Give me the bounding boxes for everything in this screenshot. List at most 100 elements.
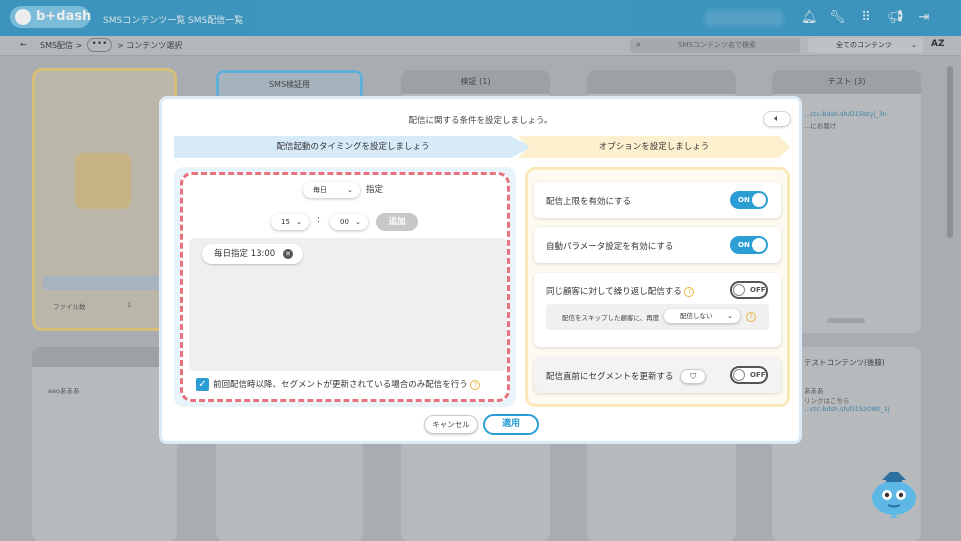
segment-only-checkbox[interactable]: ✓ [196, 378, 209, 391]
content-search-input[interactable]: ⌕ SMSコンテンツ名で検索 [630, 38, 800, 53]
card-link[interactable]: ...ctc-bdsh.sh/D15btyj_3n [804, 110, 887, 118]
card-text: aaoあああ [48, 387, 80, 395]
content-filter-select[interactable]: 全てのコンテンツ ⌄ [808, 38, 923, 53]
page-scrollbar[interactable] [945, 56, 955, 536]
folder-icon [75, 153, 131, 209]
nav-sms-contents[interactable]: SMSコンテンツ一覧 [103, 13, 185, 26]
toggle-state: OFF [750, 371, 766, 379]
repeat-delivery-text: 同じ顧客に対して繰り返し配信する [546, 287, 682, 297]
card-text: あああ [804, 387, 824, 395]
toggle-state: OFF [750, 286, 766, 294]
account-name-blurred [705, 10, 783, 26]
options-panel: 配信上限を有効にする ON 自動パラメータ設定を有効にする ON 同じ顧客に対し… [525, 167, 790, 407]
chevron-down-icon: ⌄ [355, 218, 361, 226]
card-header: テスト (3) [772, 70, 921, 94]
minute-value: 00 [340, 218, 349, 226]
toggle-knob [733, 369, 745, 381]
cancel-button[interactable]: キャンセル [424, 415, 478, 434]
chevron-down-icon: ⌄ [296, 218, 302, 226]
sort-az-button[interactable]: AZ [931, 39, 945, 49]
modal-title: 配信に関する条件を設定しましょう。 [408, 116, 553, 126]
megaphone-icon[interactable]: 📢︎ [887, 10, 904, 26]
logout-icon[interactable]: ⇥ [916, 10, 932, 26]
card-header: 検証 (1) [401, 70, 550, 94]
delivery-conditions-modal: 配信に関する条件を設定しましょう。 🔈︎ 配信起動のタイミングを設定しましょう … [159, 96, 802, 444]
card-header [587, 70, 736, 94]
help-icon[interactable]: ? [684, 286, 695, 297]
timing-panel: 毎日 ⌄ 指定 15 ⌄ : 00 ⌄ 追加 毎日指定 13:00 ✕ ✓ 前回… [174, 167, 516, 407]
option-auto-parameter: 自動パラメータ設定を有効にする ON [534, 227, 781, 263]
repeat-delivery-label: 同じ顧客に対して繰り返し配信する ? [546, 285, 695, 297]
breadcrumb-sms-delivery[interactable]: SMS配信 > [40, 40, 82, 51]
hour-value: 15 [281, 218, 290, 226]
option-segment-update: 配信直前にセグメントを更新する ⛉ OFF [534, 357, 781, 393]
segment-info-button[interactable]: ⛉ [680, 369, 707, 384]
toggle-knob [752, 193, 766, 207]
help-icon[interactable]: ? [470, 379, 481, 390]
delivery-limit-label: 配信上限を有効にする [546, 197, 632, 207]
skip-redelivery-value: 配信しない [680, 312, 713, 320]
card-header [32, 347, 177, 367]
back-arrow-icon[interactable]: ← [20, 40, 27, 49]
speaker-help-button[interactable]: 🔈︎ [763, 111, 791, 127]
option-repeat-delivery: 同じ顧客に対して繰り返し配信する ? OFF 配信をスキップした顧客に、再度 配… [534, 273, 781, 347]
folder-file-count-value: 1 [127, 301, 132, 309]
breadcrumb-content-select: > コンテンツ選択 [117, 41, 183, 50]
toggle-state: ON [738, 196, 750, 204]
card-header: SMS検証用 [219, 73, 360, 97]
app-logo[interactable]: b+dash [10, 6, 92, 28]
schedule-chip: 毎日指定 13:00 ✕ [202, 244, 303, 264]
folder-card[interactable]: ファイル数 1 [32, 68, 177, 331]
logo-text: b+dash [36, 9, 92, 24]
schedule-list: 毎日指定 13:00 ✕ [189, 238, 507, 371]
timing-highlight-box: 毎日 ⌄ 指定 15 ⌄ : 00 ⌄ 追加 毎日指定 13:00 ✕ ✓ 前回… [180, 172, 510, 402]
grid-apps-icon[interactable]: ⠿ [858, 10, 874, 26]
auto-parameter-toggle[interactable]: ON [730, 236, 768, 254]
search-icon: ⌕ [636, 40, 642, 50]
segment-update-text: 配信直前にセグメントを更新する [546, 372, 674, 382]
toggle-knob [752, 238, 766, 252]
segment-only-label: 前回配信時以降、セグメントが更新されている場合のみ配信を行う [213, 380, 468, 390]
card-pager [827, 318, 865, 323]
skip-redelivery-text: 配信をスキップした顧客に、再度 [562, 314, 660, 322]
frequency-select[interactable]: 毎日 ⌄ [303, 182, 360, 198]
segment-update-toggle[interactable]: OFF [730, 366, 768, 384]
frequency-suffix: 指定 [366, 185, 384, 195]
chevron-down-icon: ⌄ [347, 186, 353, 194]
option-delivery-limit: 配信上限を有効にする ON [534, 182, 781, 218]
nav-sms-deliveries[interactable]: SMS配信一覧 [188, 13, 243, 26]
add-time-button[interactable]: 追加 [376, 213, 418, 231]
chevron-down-icon: ⌄ [727, 312, 733, 320]
card-text: リンクはこちら [804, 397, 850, 405]
content-filter-value: 全てのコンテンツ [836, 41, 892, 49]
step-options[interactable]: オプションを設定しましょう [518, 136, 790, 158]
segment-update-label: 配信直前にセグメントを更新する ⛉ [546, 369, 707, 384]
frequency-value: 毎日 [313, 186, 327, 194]
scrollbar-thumb[interactable] [947, 66, 953, 238]
step-timing[interactable]: 配信起動のタイミングを設定しましょう [174, 136, 532, 158]
schedule-chip-label: 毎日指定 13:00 [214, 249, 276, 259]
minute-select[interactable]: 00 ⌄ [330, 214, 368, 230]
hour-select[interactable]: 15 ⌄ [271, 214, 309, 230]
close-icon[interactable]: ✕ [283, 249, 293, 259]
help-icon[interactable]: ? [746, 312, 756, 322]
bell-icon[interactable]: 🔔︎ [801, 10, 818, 26]
toggle-knob [733, 284, 745, 296]
skip-redelivery-row: 配信をスキップした顧客に、再度 配信しない ⌄ ? [546, 304, 769, 330]
folder-name-bar [43, 276, 166, 290]
time-colon: : [317, 215, 321, 225]
repeat-delivery-toggle[interactable]: OFF [730, 281, 768, 299]
chevron-down-icon: ⌄ [911, 41, 917, 49]
breadcrumb-more-button[interactable]: ••• [87, 38, 112, 52]
wrench-icon[interactable]: 🔧︎ [829, 10, 846, 26]
logo-mark-icon [15, 9, 31, 25]
apply-button[interactable]: 適用 [483, 414, 539, 435]
breadcrumb-bar: ← SMS配信 > ••• > コンテンツ選択 ⌕ SMSコンテンツ名で検索 全… [0, 36, 961, 56]
delivery-limit-toggle[interactable]: ON [730, 191, 768, 209]
card-link[interactable]: ...ctc-bdsh.sh/D15zOWt_1j [804, 405, 890, 413]
toggle-state: ON [738, 241, 750, 249]
chatbot-mascot-icon[interactable] [868, 468, 920, 518]
folder-file-count-label: ファイル数 [53, 303, 86, 311]
skip-redelivery-select[interactable]: 配信しない ⌄ [664, 309, 740, 323]
content-card-lower-1[interactable]: aaoあああ [32, 347, 177, 541]
